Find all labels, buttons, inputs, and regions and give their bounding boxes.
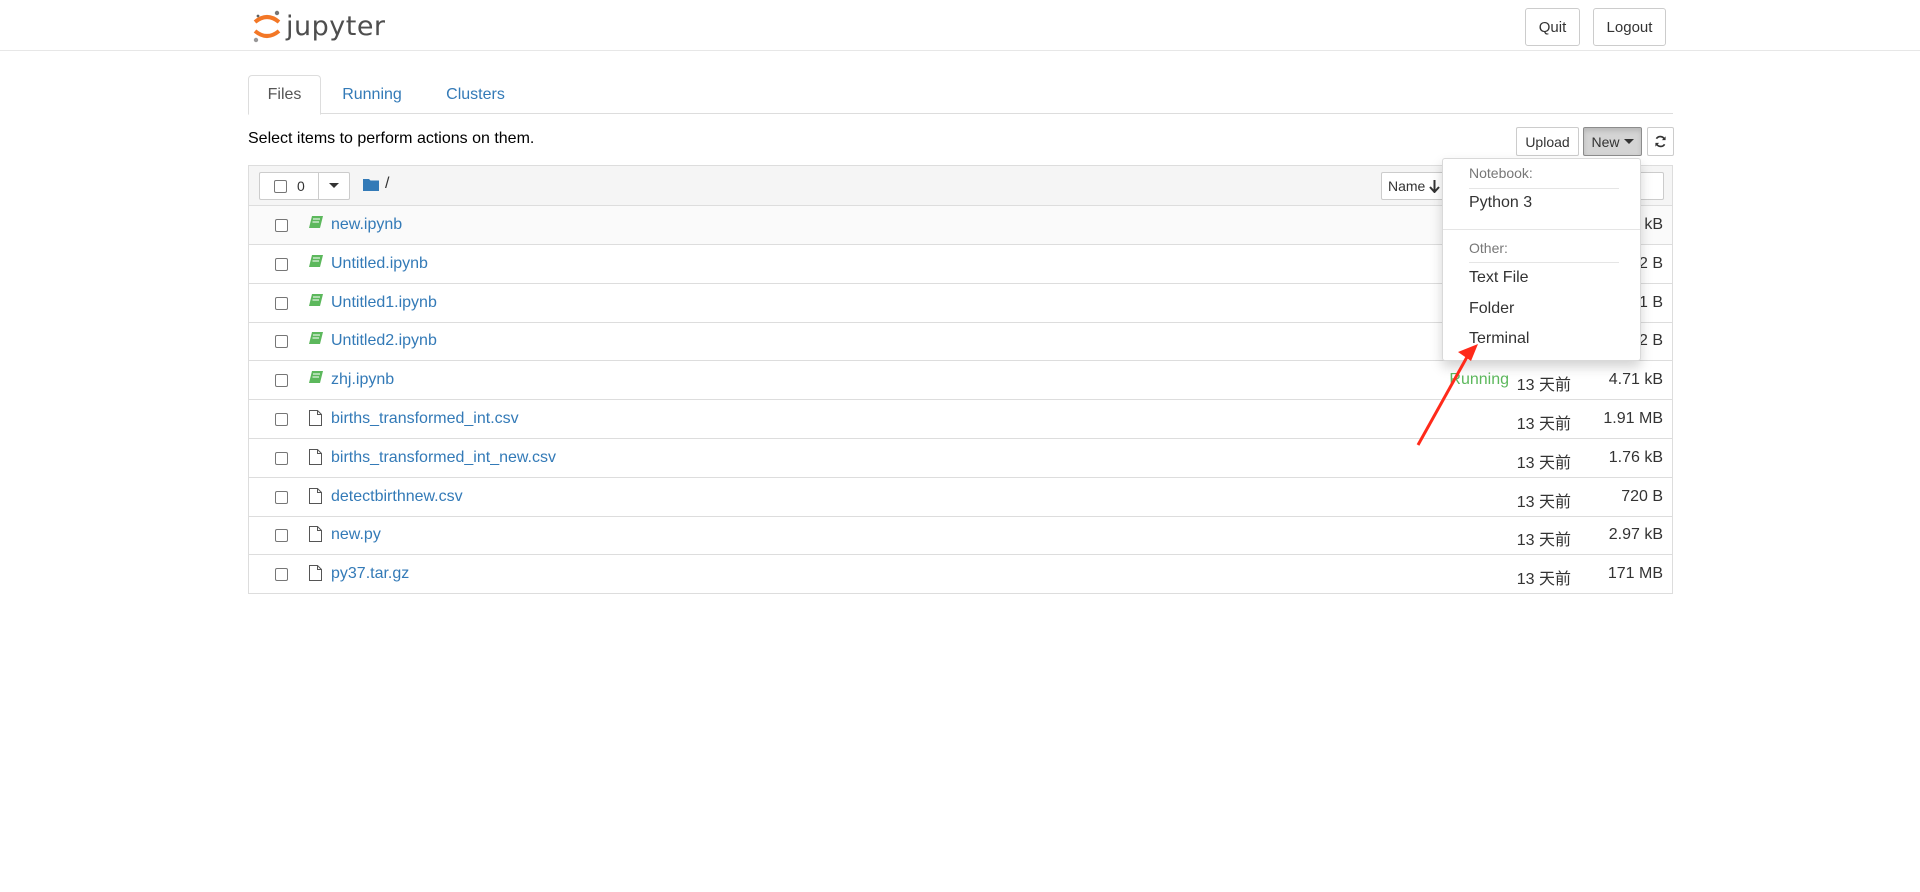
section-rule bbox=[1469, 262, 1619, 263]
instructions-text: Select items to perform actions on them. bbox=[248, 130, 535, 147]
select-all-checkbox[interactable] bbox=[274, 179, 287, 193]
file-size: 1.91 MB bbox=[1603, 410, 1663, 427]
section-rule bbox=[1469, 188, 1619, 189]
menu-item-python3[interactable]: Python 3 bbox=[1469, 194, 1532, 212]
other-section-header: Other: bbox=[1469, 240, 1508, 256]
jupyter-logo[interactable]: jupyter bbox=[252, 6, 386, 46]
jupyter-logo-icon bbox=[253, 10, 281, 43]
breadcrumb-path: / bbox=[385, 175, 390, 192]
notebook-icon bbox=[309, 293, 323, 313]
file-size: 4.71 kB bbox=[1608, 371, 1663, 389]
menu-item-text-file[interactable]: Text File bbox=[1469, 269, 1529, 287]
last-modified: 13 天前 bbox=[1516, 532, 1571, 550]
file-row[interactable]: new.py 13 天前 2.97 kB bbox=[249, 516, 1672, 556]
file-icon bbox=[309, 410, 322, 431]
file-icon bbox=[309, 526, 322, 547]
last-modified: 13 天前 bbox=[1516, 571, 1571, 589]
select-group: 0 bbox=[259, 172, 350, 200]
file-size: 1.76 kB bbox=[1608, 448, 1663, 466]
row-checkbox[interactable] bbox=[275, 374, 288, 388]
menu-divider bbox=[1443, 229, 1640, 230]
row-checkbox[interactable] bbox=[275, 568, 288, 582]
row-checkbox[interactable] bbox=[275, 219, 288, 232]
folder-icon bbox=[363, 178, 379, 191]
file-icon bbox=[309, 565, 322, 586]
file-name-link[interactable]: Untitled.ipynb bbox=[331, 255, 428, 273]
refresh-button[interactable] bbox=[1647, 127, 1674, 156]
row-checkbox[interactable] bbox=[275, 529, 288, 543]
notebook-icon bbox=[309, 216, 323, 235]
caret-down-icon bbox=[329, 183, 339, 188]
notebook-section-header: Notebook: bbox=[1469, 165, 1533, 181]
file-size: 1 B bbox=[1638, 293, 1663, 311]
select-dropdown-button[interactable] bbox=[319, 172, 350, 200]
refresh-icon bbox=[1655, 135, 1666, 148]
file-row[interactable]: births_transformed_int_new.csv 13 天前 1.76 … bbox=[249, 439, 1672, 478]
file-row[interactable]: zhj.ipynb Running 13 天前 4.71 kB bbox=[249, 361, 1672, 401]
selected-count: 0 bbox=[297, 178, 305, 194]
file-icon bbox=[309, 487, 322, 509]
file-size: 2 B bbox=[1638, 254, 1663, 272]
file-row[interactable]: detectbirthnew.csv 13 天前 720 B bbox=[249, 478, 1672, 517]
file-row[interactable]: births_transformed_int.csv 13 天前 1.91 MB bbox=[249, 400, 1672, 439]
last-modified: 13 天前 bbox=[1516, 454, 1571, 472]
file-name-link[interactable]: zhj.ipynb bbox=[331, 371, 394, 389]
file-icon bbox=[309, 448, 322, 470]
logo-text: jupyter bbox=[286, 10, 386, 42]
last-modified: 13 天前 bbox=[1516, 416, 1571, 433]
last-modified: 13 天前 bbox=[1516, 377, 1571, 395]
menu-item-terminal[interactable]: Terminal bbox=[1469, 330, 1529, 348]
file-size: 2 B bbox=[1638, 332, 1663, 350]
row-checkbox[interactable] bbox=[275, 413, 288, 426]
upload-button[interactable]: Upload bbox=[1516, 127, 1579, 156]
tab-clusters[interactable]: Clusters bbox=[433, 75, 518, 114]
file-size: kB bbox=[1644, 216, 1663, 233]
tab-bar: Files Running Clusters bbox=[248, 75, 1673, 115]
new-button[interactable]: New bbox=[1583, 127, 1642, 156]
row-checkbox[interactable] bbox=[275, 451, 288, 465]
row-checkbox[interactable] bbox=[275, 296, 288, 310]
header: jupyter Quit Logout bbox=[0, 0, 1920, 51]
notebook-icon bbox=[309, 371, 323, 390]
last-modified: 13 天前 bbox=[1516, 493, 1571, 511]
running-status: Running bbox=[1449, 371, 1509, 389]
arrow-down-icon bbox=[1429, 179, 1441, 193]
file-size: 171 MB bbox=[1607, 565, 1663, 583]
file-name-link[interactable]: new.ipynb bbox=[331, 216, 402, 234]
menu-item-folder[interactable]: Folder bbox=[1469, 300, 1514, 318]
new-button-label: New bbox=[1591, 133, 1620, 150]
tab-files[interactable]: Files bbox=[248, 75, 321, 115]
breadcrumb[interactable]: / bbox=[363, 175, 389, 193]
notebook-icon bbox=[309, 332, 323, 351]
file-size: 720 B bbox=[1621, 487, 1663, 505]
file-name-link[interactable]: py37.tar.gz bbox=[331, 565, 409, 583]
sort-name-label: Name bbox=[1388, 178, 1426, 194]
file-size: 2.97 kB bbox=[1608, 526, 1663, 544]
file-name-link[interactable]: births_transformed_int_new.csv bbox=[331, 449, 556, 467]
row-checkbox[interactable] bbox=[275, 257, 288, 271]
caret-down-icon bbox=[1623, 138, 1634, 144]
quit-button[interactable]: Quit bbox=[1525, 8, 1580, 46]
notebook-icon bbox=[309, 254, 323, 274]
new-dropdown-menu: Notebook: Python 3 Other: Text File Fold… bbox=[1442, 158, 1641, 361]
logout-button[interactable]: Logout bbox=[1593, 8, 1666, 46]
tab-running[interactable]: Running bbox=[331, 75, 413, 114]
file-name-link[interactable]: Untitled2.ipynb bbox=[331, 332, 437, 350]
row-checkbox[interactable] bbox=[275, 335, 288, 349]
file-name-link[interactable]: detectbirthnew.csv bbox=[331, 488, 463, 506]
file-name-link[interactable]: new.py bbox=[331, 526, 381, 544]
file-name-link[interactable]: births_transformed_int.csv bbox=[331, 410, 519, 428]
row-checkbox[interactable] bbox=[275, 490, 288, 504]
file-name-link[interactable]: Untitled1.ipynb bbox=[331, 294, 437, 312]
select-all[interactable]: 0 bbox=[259, 172, 319, 200]
file-row[interactable]: py37.tar.gz 13 天前 171 MB bbox=[249, 555, 1672, 594]
